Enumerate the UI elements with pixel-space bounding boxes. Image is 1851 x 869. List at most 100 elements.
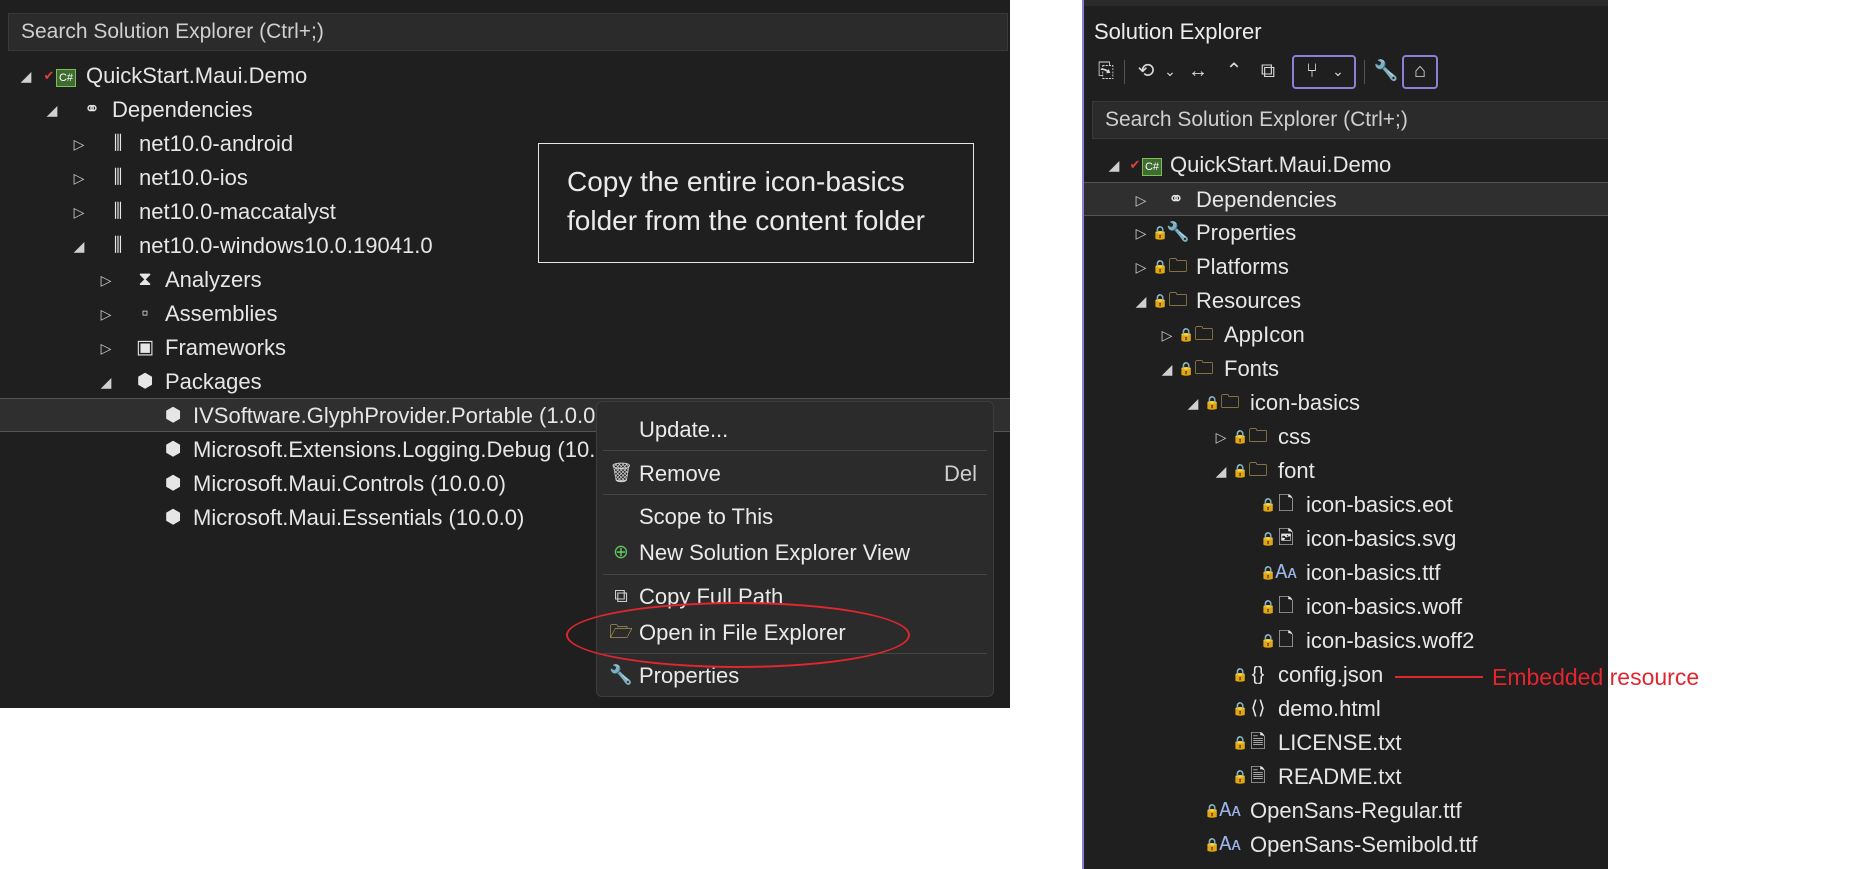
collapse-arrow-icon[interactable]: ▷ [72,161,86,195]
sync-arrows-icon[interactable]: ↔ [1184,55,1212,87]
tree-item-platforms[interactable]: ▷ 🔒 🗀 Platforms [1084,250,1608,284]
collapse-arrow-icon[interactable]: ▷ [72,127,86,161]
tree-item-label: css [1278,424,1311,449]
expand-arrow-icon[interactable]: ◢ [1134,284,1148,318]
expand-arrow-icon[interactable]: ◢ [45,93,59,127]
menu-separator [603,450,987,451]
framework-icon: ⫼ [113,167,123,188]
tree-item-label: Resources [1196,288,1302,313]
tree-item-label: net10.0-maccatalyst [139,199,336,224]
expand-arrow-icon[interactable]: ◢ [72,229,86,263]
tree-item-file[interactable]: 🔒 ⟨⟩ demo.html [1084,692,1608,726]
tree-item-appicon[interactable]: ▷ 🔒 🗀 AppIcon [1084,318,1608,352]
show-all-files-icon[interactable]: ⧉ [1254,55,1282,87]
collapse-arrow-icon[interactable]: ▷ [1134,183,1148,217]
expand-arrow-icon[interactable]: ◢ [1186,386,1200,420]
font-file-icon: 🗛 [1219,800,1241,821]
tree-item-label: OpenSans-Semibold.ttf [1250,832,1478,857]
framework-icon: ⫼ [113,133,123,154]
tree-item-file[interactable]: 🔒 🗛 OpenSans-Regular.ttf [1084,794,1608,828]
menu-label: Remove [639,461,721,486]
text-file-icon: 🗎 [1250,732,1266,753]
tree-item-file[interactable]: 🔒 🗛 OpenSans-Semibold.ttf [1084,828,1608,862]
highlight-ellipse [566,602,910,668]
font-file-icon: 🗛 [1219,834,1241,855]
search-input[interactable]: Search Solution Explorer (Ctrl+;) [1092,101,1608,139]
collapse-arrow-icon[interactable]: ▷ [1160,318,1174,352]
preview-icon: ⌂ [1413,60,1427,82]
tree-item-label: icon-basics.woff [1306,594,1463,619]
collapse-arrow-icon[interactable]: ▷ [1214,420,1228,454]
collapse-arrow-icon[interactable]: ▷ [72,195,86,229]
file-icon: 🗋 [1278,596,1294,617]
collapse-arrow-icon[interactable]: ▷ [1134,250,1148,284]
file-icon: 🗋 [1278,630,1294,651]
tree-item-assemblies[interactable]: ▷ ▫ Assemblies [0,297,1010,331]
tree-item-file[interactable]: 🔒 🗎 LICENSE.txt [1084,726,1608,760]
collapse-arrow-icon[interactable]: ▷ [1134,216,1148,250]
expand-arrow-icon[interactable]: ◢ [1214,454,1228,488]
menu-label: New Solution Explorer View [639,540,911,565]
tree-item-frameworks[interactable]: ▷ ▣ Frameworks [0,331,1010,365]
menu-item-scope[interactable]: Scope to This [597,499,993,535]
tree-item-analyzers[interactable]: ▷ ⧗ Analyzers [0,263,1010,297]
sync-view-icon[interactable]: ⎘ [1092,55,1120,87]
wrench-icon[interactable]: 🔧 [1372,55,1400,87]
tree-item-dependencies[interactable]: ▷ ⚭ Dependencies [1084,182,1608,216]
menu-item-update[interactable]: Update... [597,412,993,448]
expand-arrow-icon[interactable]: ◢ [19,59,33,93]
tree-item-label: config.json [1278,662,1384,687]
tree-item-label: net10.0-android [139,131,294,156]
dependencies-icon: ⚭ [1168,189,1184,210]
image-file-icon: 🖻 [1278,528,1294,549]
collapse-arrow-icon[interactable]: ▷ [99,263,113,297]
file-icon: 🗋 [1278,494,1294,515]
tree-item-label: Frameworks [165,335,287,360]
callout-note: Copy the entire icon-basics folder from … [538,143,974,263]
expand-arrow-icon[interactable]: ◢ [1107,148,1121,182]
tree-item-css[interactable]: ▷ 🔒 🗀 css [1084,420,1608,454]
tree-item-file[interactable]: 🔒 🗎 README.txt [1084,760,1608,794]
tree-item-label: Platforms [1196,254,1289,279]
chevron-down-icon[interactable]: ⌄ [1156,55,1184,87]
json-file-icon: {} [1251,664,1265,685]
tree-item-icon-basics[interactable]: ◢ 🔒 🗀 icon-basics [1084,386,1608,420]
tree-item-file[interactable]: 🔒 🗋 icon-basics.woff [1084,590,1608,624]
tree-item-resources[interactable]: ◢ 🔒 🗀 Resources [1084,284,1608,318]
tree-item-font[interactable]: ◢ 🔒 🗀 font [1084,454,1608,488]
tree-item-label: Dependencies [112,97,253,122]
tree-item-file[interactable]: 🔒 🖻 icon-basics.svg [1084,522,1608,556]
tree-item-label: OpenSans-Regular.ttf [1250,798,1462,823]
tree-item-label: LICENSE.txt [1278,730,1402,755]
frameworks-icon: ▣ [136,337,154,358]
expand-arrow-icon[interactable]: ◢ [1160,352,1174,386]
tree-item-label: icon-basics.svg [1306,526,1457,551]
tree-item-packages[interactable]: ◢ ⬢ Packages [0,365,1010,399]
annotation-line [1395,676,1483,678]
git-filter-icon: ⑂ [1306,60,1318,82]
tree-item-label: Analyzers [165,267,262,292]
menu-item-new-view[interactable]: ⊕ New Solution Explorer View [597,535,993,571]
menu-item-remove[interactable]: 🗑 Remove Del [597,456,993,492]
tree-item-fonts[interactable]: ◢ 🔒 🗀 Fonts [1084,352,1608,386]
tree-item-file[interactable]: 🔒 🗋 icon-basics.eot [1084,488,1608,522]
trash-icon: 🗑 [609,463,634,484]
chevron-down-icon: ⌄ [1332,63,1344,79]
tree-item-project[interactable]: ◢ ✔ C# QuickStart.Maui.Demo [1084,148,1608,182]
right-solution-explorer: Solution Explorer ⎘ ⟲ ⌄ ↔ ⌃ ⧉ ⑂ ⌄ 🔧 ⌂ Se… [1082,0,1608,869]
tree-item-label: Microsoft.Maui.Controls (10.0.0) [193,471,506,496]
collapse-all-icon[interactable]: ⌃ [1220,55,1248,87]
collapse-arrow-icon[interactable]: ▷ [99,297,113,331]
tree-item-dependencies[interactable]: ◢ ⚭ Dependencies [0,93,1010,127]
framework-icon: ⫼ [113,201,123,222]
tree-item-file[interactable]: 🔒 🗛 icon-basics.ttf [1084,556,1608,590]
expand-arrow-icon[interactable]: ◢ [99,365,113,399]
tree-item-label: Dependencies [1196,187,1337,212]
search-input[interactable]: Search Solution Explorer (Ctrl+;) [8,13,1008,51]
tree-item-file[interactable]: 🔒 🗋 icon-basics.woff2 [1084,624,1608,658]
tree-item-project[interactable]: ◢ ✔ C# QuickStart.Maui.Demo [0,59,1010,93]
properties-folder-icon: 🔧 [1166,222,1190,243]
collapse-arrow-icon[interactable]: ▷ [99,331,113,365]
tree-item-properties[interactable]: ▷ 🔒 🔧 Properties [1084,216,1608,250]
tree-item-label: Microsoft.Extensions.Logging.Debug (10.0 [193,437,608,462]
